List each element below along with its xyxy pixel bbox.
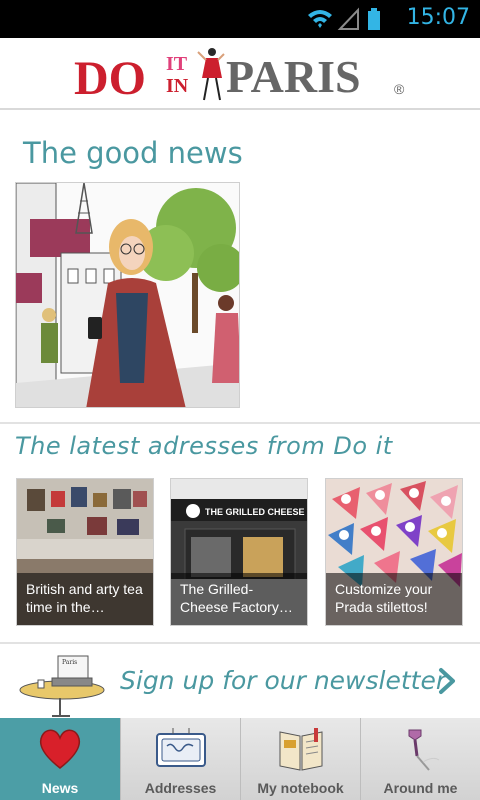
tab-addresses[interactable]: Addresses bbox=[120, 718, 240, 800]
address-card[interactable]: THE GRILLED CHEESE FACTORY The Grilled-C… bbox=[170, 478, 308, 626]
address-card[interactable]: British and arty tea time in the… bbox=[16, 478, 154, 626]
status-bar: 15:07 bbox=[0, 0, 480, 38]
heart-icon bbox=[39, 729, 81, 769]
newsletter-signup-row[interactable]: Paris Sign up for our newsletter bbox=[0, 644, 480, 718]
logo-in: IN bbox=[166, 75, 189, 97]
address-card-caption: Customize your Prada stilettos! bbox=[326, 573, 462, 625]
app-header: DO IT IN PARIS ® bbox=[0, 38, 480, 110]
cafe-table-icon: Paris bbox=[19, 655, 105, 717]
address-card[interactable]: Customize your Prada stilettos! bbox=[325, 478, 463, 626]
tab-my-notebook[interactable]: My notebook bbox=[240, 718, 360, 800]
logo-do: DO bbox=[74, 52, 146, 104]
notebook-icon bbox=[279, 728, 322, 771]
tab-news[interactable]: News bbox=[0, 718, 120, 800]
street-sign-icon bbox=[155, 728, 206, 767]
address-card-caption: British and arty tea time in the… bbox=[17, 573, 153, 625]
bottom-tab-bar: News Addresses My notebook Around me bbox=[0, 718, 480, 800]
latest-addresses-title: The latest adresses from Do it bbox=[15, 432, 393, 460]
battery-icon bbox=[368, 8, 380, 30]
good-news-image[interactable] bbox=[15, 182, 240, 408]
good-news-title: The good news bbox=[23, 136, 243, 170]
logo-paris: PARIS bbox=[226, 51, 361, 102]
address-card-caption: The Grilled-Cheese Factory… bbox=[171, 573, 307, 625]
tab-around-me[interactable]: Around me bbox=[360, 718, 480, 800]
signal-icon bbox=[337, 7, 359, 30]
newsletter-label: Sign up for our newsletter bbox=[120, 666, 447, 695]
wifi-icon bbox=[308, 10, 332, 28]
logo-girl-figure bbox=[197, 48, 225, 101]
logo-it: IT bbox=[166, 53, 188, 75]
app-logo[interactable]: DO IT IN PARIS ® bbox=[74, 46, 414, 105]
chevron-right-icon bbox=[439, 668, 455, 694]
map-pin-icon bbox=[408, 729, 439, 771]
tab-label: News bbox=[41, 780, 79, 796]
logo-registered-mark: ® bbox=[394, 81, 405, 97]
newsletter-sign-text: Paris bbox=[62, 659, 77, 666]
card-sign-text: THE GRILLED CHEESE FACTORY bbox=[205, 507, 308, 517]
tab-label: Around me bbox=[383, 780, 458, 796]
tab-label: Addresses bbox=[144, 780, 217, 796]
section-divider bbox=[0, 422, 480, 424]
status-time: 15:07 bbox=[406, 5, 470, 30]
status-icons bbox=[306, 7, 392, 31]
tab-label: My notebook bbox=[257, 780, 344, 796]
